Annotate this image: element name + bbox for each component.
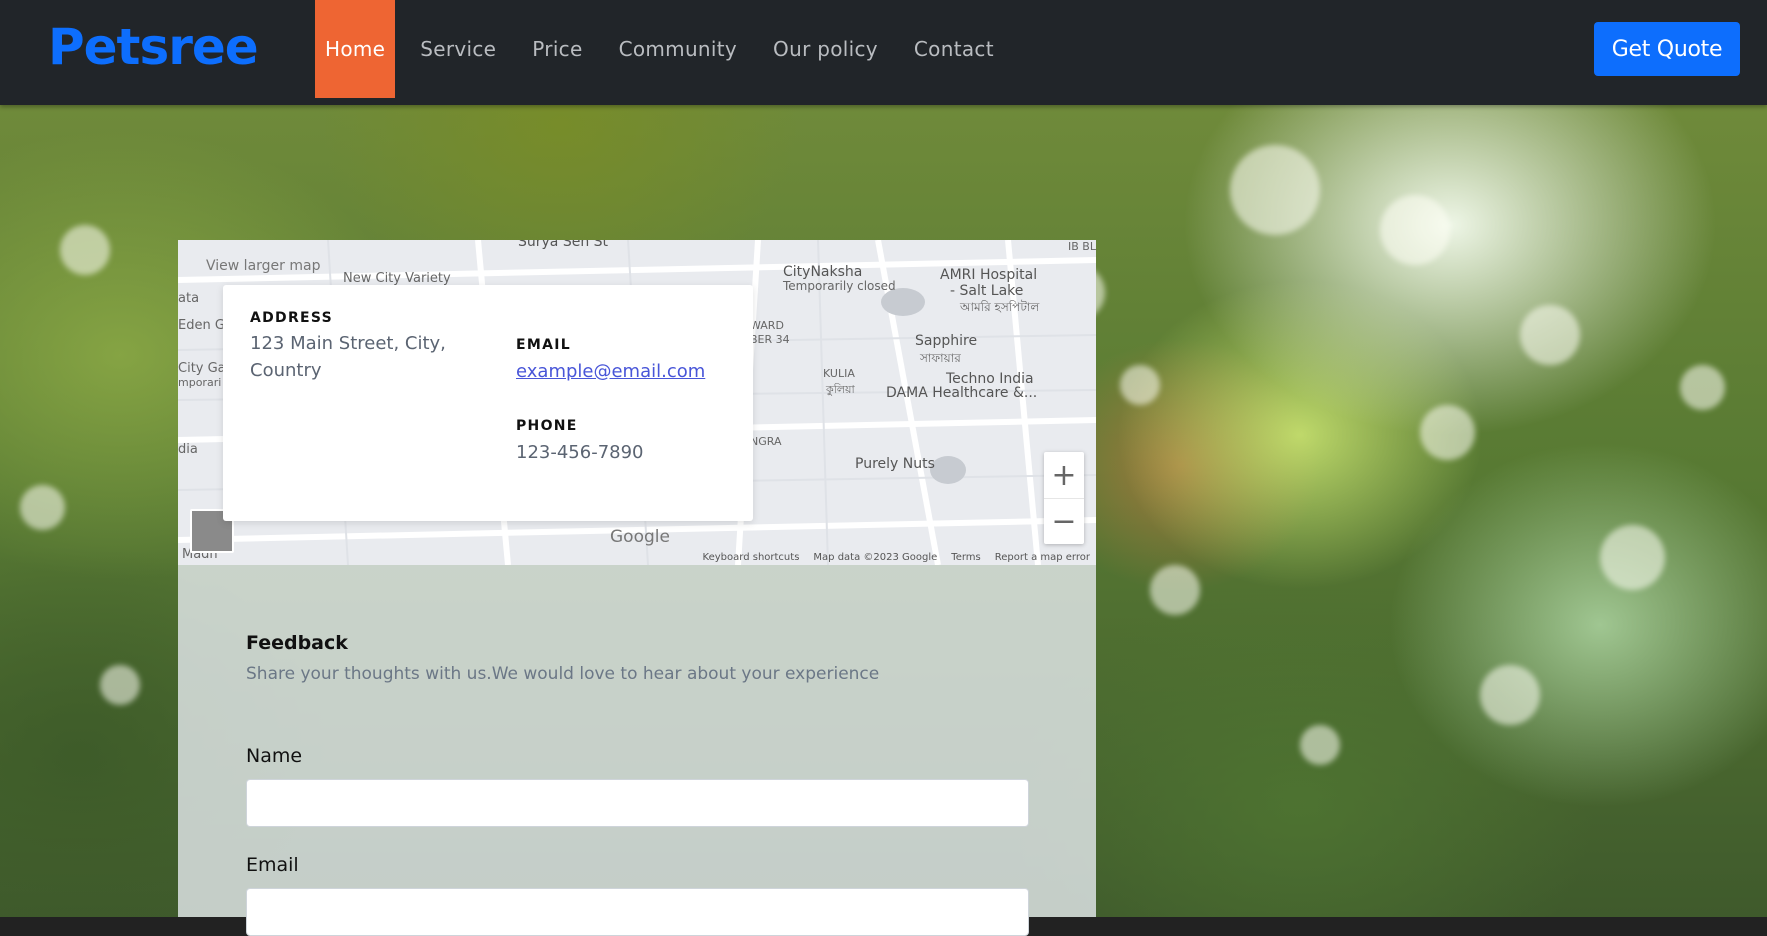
map-label: Eden G	[178, 318, 225, 333]
terms-link[interactable]: Terms	[951, 552, 980, 563]
map-label: Purely Nuts	[855, 456, 935, 472]
map-label: dia	[178, 442, 198, 457]
map-data-attribution: Map data ©2023 Google	[813, 552, 938, 563]
name-input[interactable]	[246, 779, 1029, 827]
map-label: IB BL	[1068, 240, 1096, 253]
bokeh-light	[60, 225, 110, 275]
map-label: KULIA	[823, 367, 855, 380]
map-label: CityNaksha	[783, 264, 863, 280]
phone-value: 123-456-7890	[516, 442, 644, 463]
map-label: Temporarily closed	[783, 279, 896, 293]
nav-our-policy[interactable]: Our policy	[755, 0, 896, 98]
map-label: Surya Sen St	[518, 240, 609, 250]
name-label: Name	[246, 745, 303, 767]
bokeh-light	[1420, 405, 1475, 460]
nav-home[interactable]: Home	[315, 0, 396, 98]
email-field-label: Email	[246, 854, 299, 876]
zoom-in-button[interactable]: +	[1044, 452, 1084, 498]
feedback-title: Feedback	[246, 632, 348, 654]
map-label: WARD	[750, 319, 784, 332]
address-label: ADDRESS	[250, 310, 334, 326]
map-lake	[930, 456, 966, 484]
bokeh-light	[1380, 195, 1450, 265]
map-label: ata	[178, 291, 200, 306]
bokeh-light	[1600, 525, 1665, 590]
bokeh-light	[1230, 145, 1320, 235]
get-quote-button[interactable]: Get Quote	[1594, 22, 1740, 76]
map-label: BER 34	[750, 333, 790, 346]
bokeh-light	[1520, 305, 1580, 365]
google-logo: Google	[610, 527, 670, 547]
view-larger-map-link[interactable]: View larger map	[206, 258, 320, 274]
embedded-map[interactable]: View larger map Surya Sen St New City Va…	[178, 240, 1096, 565]
map-label: New City Variety	[343, 271, 451, 286]
main-nav: Home Service Price Community Our policy …	[315, 0, 1012, 98]
bokeh-light	[1680, 365, 1725, 410]
map-label: - Salt Lake	[950, 283, 1024, 299]
email-input[interactable]	[246, 888, 1029, 936]
feedback-subtitle: Share your thoughts with us.We would lov…	[246, 664, 880, 684]
bokeh-light	[20, 485, 65, 530]
phone-label: PHONE	[516, 418, 578, 434]
map-label: City Ga	[178, 361, 226, 376]
email-value: example@email.com	[516, 358, 705, 385]
nav-community[interactable]: Community	[601, 0, 755, 98]
email-link[interactable]: example@email.com	[516, 361, 705, 382]
contact-panel: View larger map Surya Sen St New City Va…	[178, 240, 1096, 936]
bokeh-light	[100, 665, 140, 705]
address-line-1: 123 Main Street, City,	[250, 333, 446, 354]
map-label: আমরি হসপিটাল	[960, 300, 1040, 314]
map-label: কুলিয়া	[826, 383, 855, 396]
map-label: mporari	[178, 376, 222, 389]
contact-info-card: ADDRESS 123 Main Street, City, Country E…	[223, 285, 753, 521]
bokeh-light	[1120, 365, 1160, 405]
map-label: সাফায়ার	[920, 351, 961, 365]
map-label: AMRI Hospital	[940, 267, 1038, 283]
bokeh-light	[1150, 565, 1200, 615]
nav-service[interactable]: Service	[402, 0, 514, 98]
address-line-2: Country	[250, 360, 322, 381]
bokeh-light	[1480, 665, 1540, 725]
map-footer: Keyboard shortcuts Map data ©2023 Google…	[703, 552, 1090, 563]
map-label: DAMA Healthcare &...	[886, 385, 1038, 401]
navbar: Petsree Home Service Price Community Our…	[0, 0, 1767, 105]
map-zoom-control: + −	[1044, 452, 1084, 544]
nav-contact[interactable]: Contact	[896, 0, 1012, 98]
zoom-out-button[interactable]: −	[1044, 498, 1084, 544]
keyboard-shortcuts-link[interactable]: Keyboard shortcuts	[703, 552, 800, 563]
nav-price[interactable]: Price	[514, 0, 600, 98]
brand-logo[interactable]: Petsree	[48, 18, 259, 76]
email-label: EMAIL	[516, 337, 571, 353]
report-map-error-link[interactable]: Report a map error	[995, 552, 1090, 563]
map-label: NGRA	[750, 435, 782, 448]
map-label: Sapphire	[915, 333, 978, 349]
bokeh-light	[1300, 725, 1340, 765]
